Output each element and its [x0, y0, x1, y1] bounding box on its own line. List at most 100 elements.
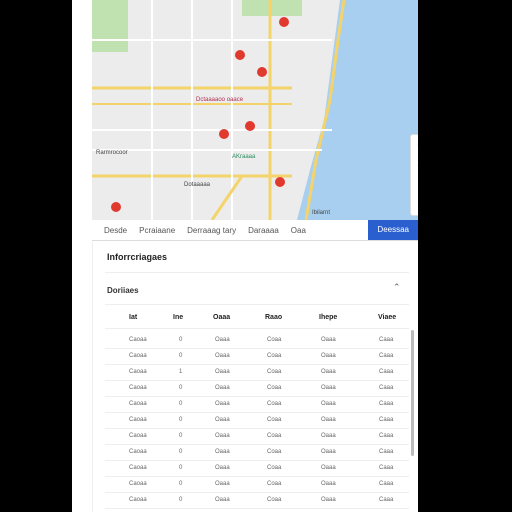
table-cell: 0	[179, 385, 183, 391]
toolbar-item-2[interactable]: Pcraiaane	[139, 226, 175, 235]
table-cell: Caoaa	[129, 481, 147, 487]
table-cell: Oaaa	[215, 337, 230, 343]
table-cell: Oaaa	[321, 433, 336, 439]
row-divider	[105, 492, 409, 493]
table-cell: Oaaa	[215, 465, 230, 471]
table-cell: Caoaa	[129, 433, 147, 439]
table-cell: Oaaa	[215, 385, 230, 391]
table-cell: Caaa	[379, 497, 394, 503]
table-cell: Caoaa	[129, 385, 147, 391]
table-cell: Caoaa	[129, 337, 147, 343]
map-label: Rarmrocoor	[96, 150, 128, 156]
table-cell: Coaa	[267, 417, 282, 423]
table-cell: Oaaa	[321, 497, 336, 503]
table-header: Iat	[129, 314, 138, 321]
toolbar-item-5[interactable]: Oaa	[291, 226, 306, 235]
table-cell: Caoaa	[129, 369, 147, 375]
map-pin-4	[245, 121, 255, 131]
map-pin-2	[257, 67, 267, 77]
table-cell: Oaaa	[215, 401, 230, 407]
toolbar-item-1[interactable]: Desde	[104, 226, 127, 235]
divider	[105, 272, 409, 273]
zoom-control: + −	[410, 134, 418, 216]
chevron-icon[interactable]: ⌃	[393, 282, 401, 293]
section-subheading: Doriiaes	[107, 286, 139, 295]
table-cell: Caoaa	[129, 417, 147, 423]
table-cell: Caaa	[379, 449, 394, 455]
table-cell: Caaa	[379, 337, 394, 343]
primary-button[interactable]: Deessaa	[368, 220, 418, 240]
row-divider	[105, 428, 409, 429]
table-cell: 0	[179, 465, 183, 471]
table-cell: Caoaa	[129, 465, 147, 471]
table-cell: Oaaa	[321, 385, 336, 391]
table-cell: Oaaa	[321, 465, 336, 471]
divider	[105, 328, 409, 329]
table-cell: Coaa	[267, 433, 282, 439]
table-cell: Oaaa	[215, 433, 230, 439]
map-view[interactable]: Dctaaaaoo oaace AKraaaa Dotaaaaa Ibilarn…	[92, 0, 418, 220]
map-toolbar: Desde Pcraiaane Derraaag tary Daraaaa Oa…	[92, 220, 418, 241]
table-header: Ine	[173, 314, 184, 321]
table-cell: Oaaa	[215, 353, 230, 359]
table-cell: Caoaa	[129, 353, 147, 359]
table-cell: Caoaa	[129, 401, 147, 407]
table-cell: Oaaa	[215, 449, 230, 455]
details-card: Inforrcriagaes Doriiaes ⌃ Iat Ine Oaaa R…	[92, 242, 417, 512]
map-pin-6	[111, 202, 121, 212]
section-heading: Inforrcriagaes	[107, 252, 168, 262]
table-cell: Coaa	[267, 465, 282, 471]
row-divider	[105, 508, 409, 509]
table-cell: 0	[179, 481, 183, 487]
map-pin-7	[279, 17, 289, 27]
table-cell: Caaa	[379, 481, 394, 487]
table-cell: Oaaa	[215, 417, 230, 423]
table-header: Oaaa	[213, 314, 231, 321]
table-cell: Oaaa	[321, 353, 336, 359]
row-divider	[105, 412, 409, 413]
table-cell: Caoaa	[129, 449, 147, 455]
row-divider	[105, 476, 409, 477]
table-cell: Oaaa	[321, 369, 336, 375]
table-header: Ihepe	[319, 314, 338, 321]
row-divider	[105, 380, 409, 381]
table-cell: 0	[179, 401, 183, 407]
table-cell: Coaa	[267, 449, 282, 455]
map-pin-5	[275, 177, 285, 187]
table-cell: 0	[179, 449, 183, 455]
map-pin-3	[219, 129, 229, 139]
table-cell: Coaa	[267, 337, 282, 343]
table-cell: Caaa	[379, 401, 394, 407]
table-cell: Caaa	[379, 369, 394, 375]
table-cell: Coaa	[267, 385, 282, 391]
table-cell: Coaa	[267, 369, 282, 375]
zoom-out-button[interactable]: −	[411, 155, 418, 175]
zoom-in-button[interactable]: +	[411, 135, 418, 155]
table-cell: 0	[179, 417, 183, 423]
table-cell: Caaa	[379, 433, 394, 439]
toolbar-item-4[interactable]: Daraaaa	[248, 226, 279, 235]
row-divider	[105, 364, 409, 365]
table-cell: Coaa	[267, 481, 282, 487]
table-cell: Coaa	[267, 353, 282, 359]
table-cell: Oaaa	[215, 497, 230, 503]
scrollbar[interactable]	[411, 330, 414, 456]
table-cell: 1	[179, 369, 183, 375]
table-cell: Coaa	[267, 497, 282, 503]
table-cell: 0	[179, 433, 183, 439]
table-cell: 0	[179, 337, 183, 343]
row-divider	[105, 396, 409, 397]
table-header: Viaee	[378, 314, 397, 321]
toolbar-item-3[interactable]: Derraaag tary	[187, 226, 236, 235]
table-cell: Caoaa	[129, 497, 147, 503]
map-label: Dotaaaaa	[184, 182, 211, 188]
map-pin-1	[235, 50, 245, 60]
table-cell: Oaaa	[215, 369, 230, 375]
row-divider	[105, 460, 409, 461]
table-cell: Caaa	[379, 465, 394, 471]
table-cell: Oaaa	[321, 449, 336, 455]
map-label: Dctaaaaoo oaace	[196, 97, 244, 103]
table-cell: Coaa	[267, 401, 282, 407]
table-cell: Oaaa	[321, 481, 336, 487]
table-cell: Caaa	[379, 417, 394, 423]
